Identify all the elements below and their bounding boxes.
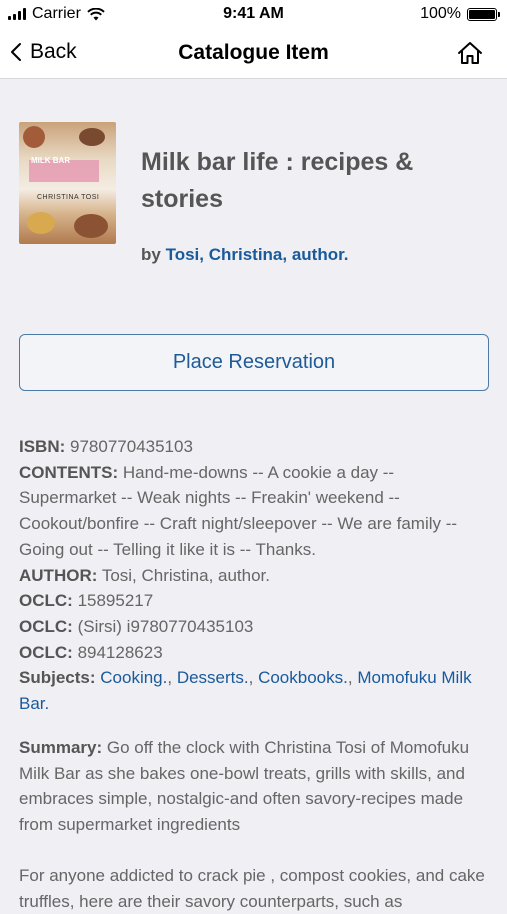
contents-row: CONTENTS: Hand-me-downs -- A cookie a da…: [19, 460, 489, 563]
summary-label: Summary:: [19, 738, 103, 757]
oclc-row: OCLC: 894128623: [19, 640, 489, 666]
isbn-value: 9780770435103: [70, 437, 193, 456]
oclc-value: 15895217: [77, 591, 154, 611]
home-icon[interactable]: [457, 41, 483, 65]
oclc-row: OCLC: 15895217: [19, 588, 489, 614]
isbn-label: ISBN:: [19, 437, 66, 456]
status-bar: Carrier 9:41 AM 100%: [0, 0, 507, 30]
subject-separator: ,: [248, 668, 259, 688]
oclc-label: OCLC:: [19, 642, 73, 662]
byline: by Tosi, Christina, author.: [141, 245, 349, 265]
subject-separator: ,: [347, 668, 358, 688]
author-link[interactable]: Tosi, Christina, author.: [166, 245, 349, 264]
cover-title: MILK BAR: [31, 156, 71, 165]
subjects-row: Subjects: Cooking., Desserts., Cookbooks…: [19, 665, 489, 716]
battery-percent: 100%: [420, 5, 461, 22]
battery-icon: [467, 7, 500, 21]
oclc-row: OCLC: (Sirsi) i9780770435103: [19, 614, 489, 640]
contents-label: CONTENTS:: [19, 462, 119, 482]
author-value: Tosi, Christina, author.: [101, 565, 271, 585]
author-label: AUTHOR:: [19, 565, 98, 585]
subjects-label: Subjects:: [19, 668, 96, 688]
oclc-value: 894128623: [77, 642, 163, 662]
oclc-label: OCLC:: [19, 591, 73, 611]
place-reservation-button[interactable]: Place Reservation: [19, 334, 489, 391]
subject-separator: ,: [167, 668, 177, 688]
subject-link[interactable]: Cooking.: [100, 668, 167, 687]
page-title: Catalogue Item: [178, 41, 329, 64]
summary: Summary: Go off the clock with Christina…: [19, 735, 489, 838]
isbn-row: ISBN: 9780770435103: [19, 434, 489, 460]
by-prefix: by: [141, 245, 161, 264]
author-row: AUTHOR: Tosi, Christina, author.: [19, 563, 489, 589]
oclc-label: OCLC:: [19, 616, 73, 636]
subject-link[interactable]: Cookbooks.: [258, 668, 348, 687]
cover-author: CHRISTINA TOSI: [37, 194, 100, 201]
oclc-value: (Sirsi) i9780770435103: [77, 616, 254, 636]
subject-link[interactable]: Desserts.: [177, 668, 249, 687]
book-cover-image: MILK BAR CHRISTINA TOSI: [19, 122, 116, 244]
book-title: Milk bar life : recipes & stories: [141, 148, 414, 213]
summary-extra: For anyone addicted to crack pie , compo…: [19, 866, 485, 911]
nav-bar: Back Catalogue Item: [0, 30, 507, 79]
item-details: ISBN: 9780770435103 CONTENTS: Hand-me-do…: [19, 434, 489, 717]
status-right: 100%: [420, 5, 500, 23]
